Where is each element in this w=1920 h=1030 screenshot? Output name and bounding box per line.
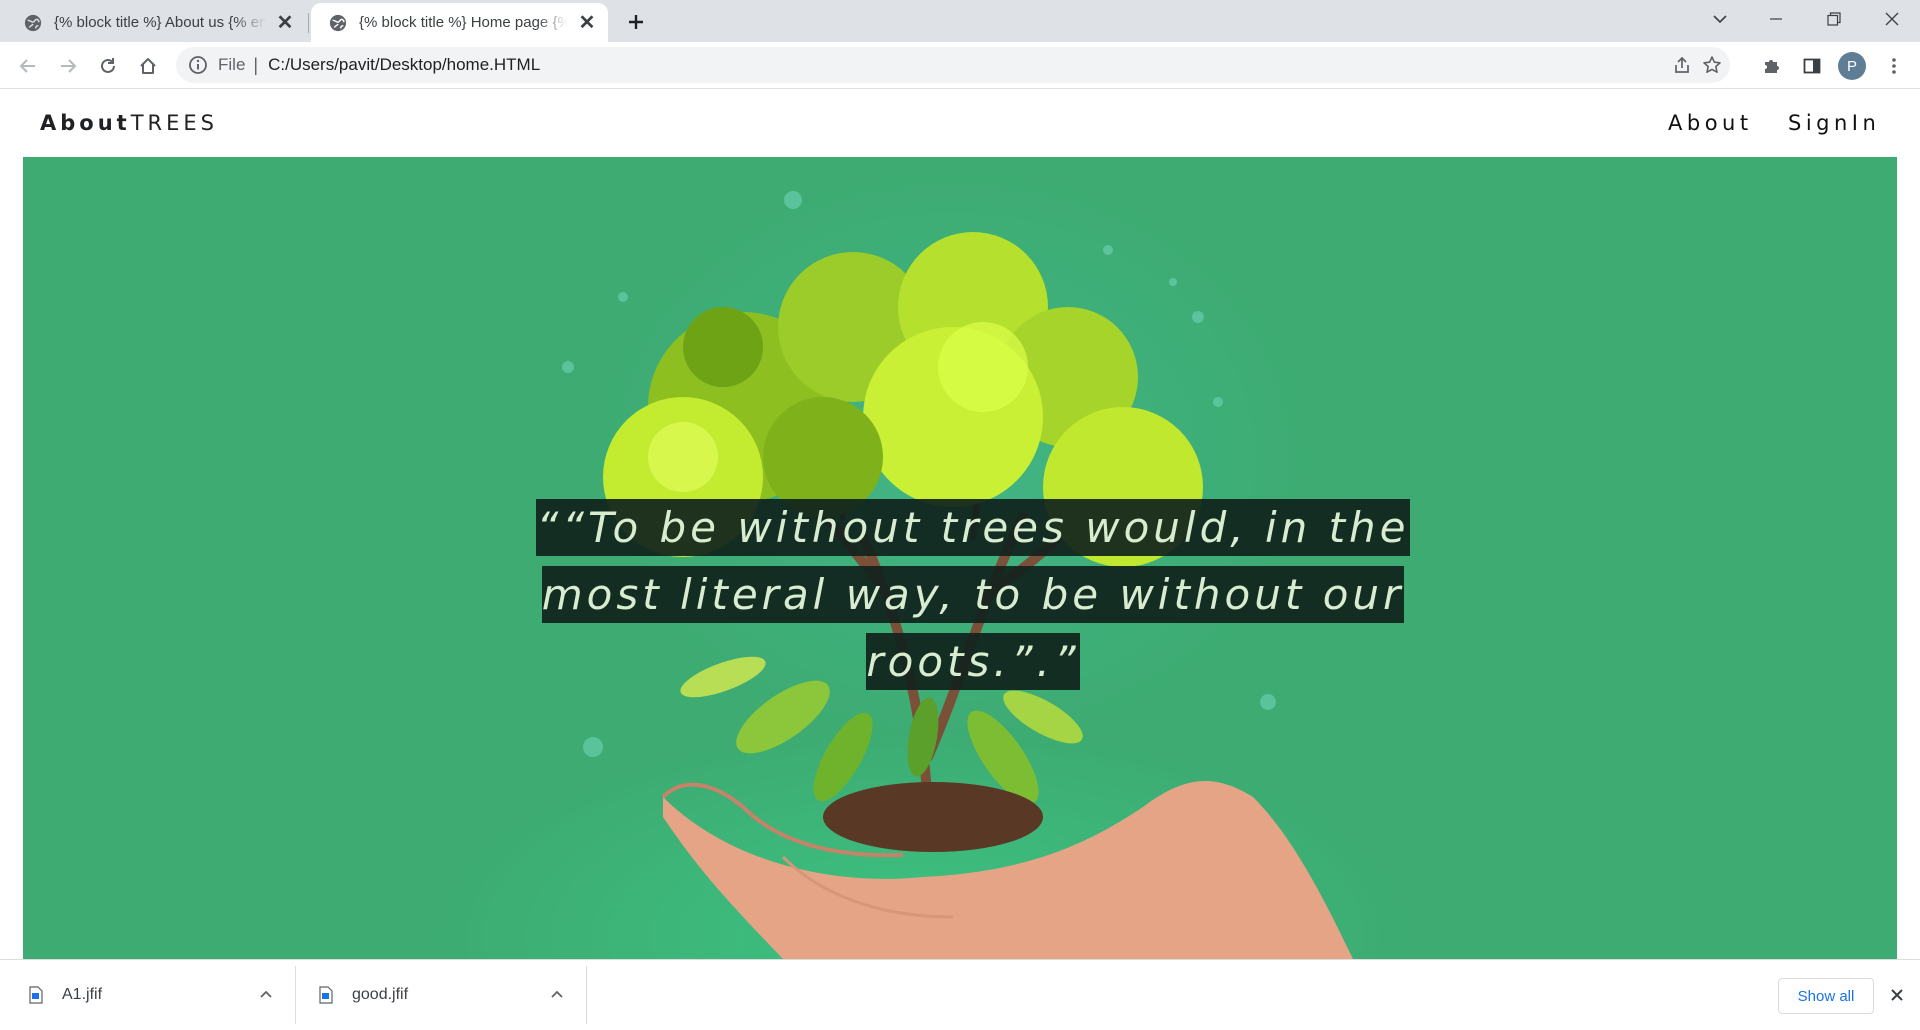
close-shelf-button[interactable] xyxy=(1886,984,1908,1006)
chevron-up-icon[interactable] xyxy=(258,986,274,1002)
arrow-right-icon xyxy=(61,59,77,73)
reload-icon xyxy=(101,58,115,73)
side-panel-icon xyxy=(1803,58,1821,74)
url-separator: | xyxy=(253,54,259,75)
show-all-downloads-button[interactable]: Show all xyxy=(1778,978,1874,1014)
home-icon xyxy=(140,58,156,74)
tab-about-us[interactable]: {% block title %} About us {% endblock %… xyxy=(6,3,309,42)
chevron-up-icon[interactable] xyxy=(549,986,565,1002)
download-divider xyxy=(295,966,296,1024)
brand-bold: About xyxy=(40,111,131,135)
url-text[interactable]: C:/Users/pavit/Desktop/home.HTML xyxy=(268,55,540,75)
nav-link-about[interactable]: About xyxy=(1668,111,1753,135)
download-shelf: A1.jfif good.jfif Show all xyxy=(0,959,1920,1030)
minimize-icon xyxy=(1770,18,1782,20)
globe-icon xyxy=(329,14,347,31)
close-icon xyxy=(1885,12,1899,26)
file-icon xyxy=(29,986,43,1004)
bookmark-button[interactable] xyxy=(1698,51,1726,79)
tab-search-button[interactable] xyxy=(1692,0,1748,38)
nav-link-signin[interactable]: SignIn xyxy=(1788,111,1880,135)
quote-text: ““To be without trees would, in the most… xyxy=(536,499,1410,690)
reload-button[interactable] xyxy=(92,50,124,82)
forward-button[interactable] xyxy=(52,50,84,82)
back-button[interactable] xyxy=(12,50,44,82)
site-navbar: AboutTREES About SignIn xyxy=(0,89,1920,157)
share-button[interactable] xyxy=(1668,51,1696,79)
download-item-good[interactable]: good.jfif xyxy=(318,970,408,1020)
tab-title: {% block title %} Home page {% endblock … xyxy=(359,14,568,31)
close-window-button[interactable] xyxy=(1864,0,1920,38)
share-icon xyxy=(1675,56,1689,73)
site-brand[interactable]: AboutTREES xyxy=(40,111,218,135)
address-bar[interactable]: File | C:/Users/pavit/Desktop/home.HTML xyxy=(176,47,1730,83)
tab-home-page[interactable]: {% block title %} Home page {% endblock … xyxy=(311,3,608,42)
plus-icon xyxy=(629,15,643,29)
side-panel-button[interactable] xyxy=(1796,50,1828,82)
browser-toolbar: File | C:/Users/pavit/Desktop/home.HTML … xyxy=(0,42,1920,89)
close-icon[interactable]: ✕ xyxy=(576,12,598,34)
download-filename: good.jfif xyxy=(352,986,409,1003)
restore-button[interactable] xyxy=(1806,0,1862,38)
puzzle-icon xyxy=(1765,60,1779,73)
chevron-down-icon xyxy=(1713,15,1727,24)
download-divider xyxy=(586,966,587,1024)
hero-banner: ““To be without trees would, in the most… xyxy=(23,157,1897,959)
browser-menu-button[interactable] xyxy=(1878,50,1910,82)
star-icon xyxy=(1703,56,1721,73)
tab-title: {% block title %} About us {% endblock %… xyxy=(54,14,266,31)
kebab-menu-icon xyxy=(1892,58,1896,74)
close-icon[interactable]: ✕ xyxy=(274,12,296,34)
globe-icon xyxy=(24,14,42,31)
new-tab-button[interactable] xyxy=(619,6,653,38)
arrow-left-icon xyxy=(19,59,35,73)
hero-quote: ““To be without trees would, in the most… xyxy=(523,494,1423,695)
download-item-a1[interactable]: A1.jfif xyxy=(28,970,102,1020)
minimize-button[interactable] xyxy=(1748,0,1804,38)
info-icon[interactable] xyxy=(188,55,208,75)
download-filename: A1.jfif xyxy=(62,986,103,1003)
home-button[interactable] xyxy=(132,50,164,82)
file-icon xyxy=(319,986,333,1004)
browser-tab-strip: {% block title %} About us {% endblock %… xyxy=(0,0,1920,42)
url-scheme: File xyxy=(218,55,246,74)
close-icon xyxy=(1891,989,1903,1001)
avatar[interactable]: P xyxy=(1838,52,1866,80)
extensions-button[interactable] xyxy=(1756,50,1788,82)
restore-icon xyxy=(1827,12,1841,26)
brand-light: TREES xyxy=(130,111,218,135)
